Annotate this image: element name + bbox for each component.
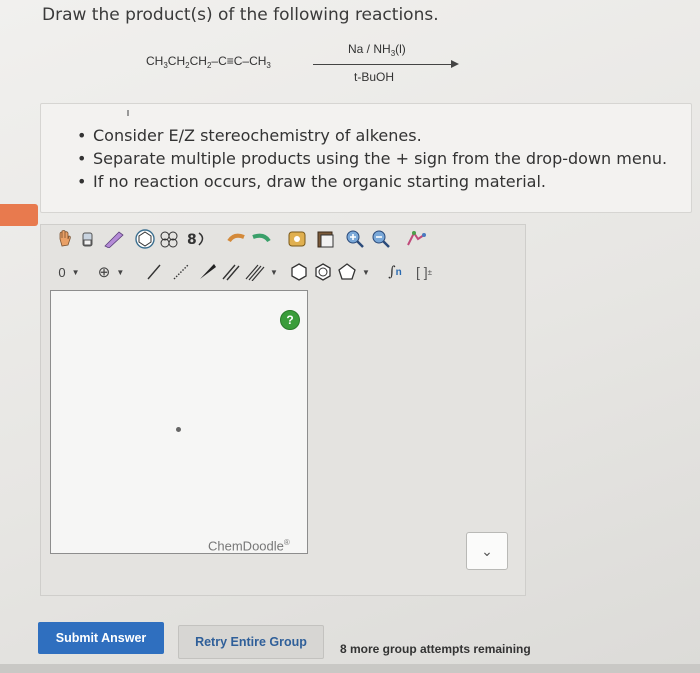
brush-icon[interactable] bbox=[102, 229, 126, 249]
chemdoodle-watermark: ChemDoodle® bbox=[208, 538, 290, 554]
instructions-box: Consider E/Z stereochemistry of alkenes.… bbox=[40, 103, 692, 213]
charge-value: 0 bbox=[58, 264, 66, 280]
reagent-top: Na / NH3(l) bbox=[348, 42, 406, 58]
instruction-item: Consider E/Z stereochemistry of alkenes. bbox=[77, 124, 667, 147]
benzene-icon[interactable] bbox=[312, 262, 334, 282]
reactant-formula: CH3CH2CH2–C≡C–CH3 bbox=[146, 54, 271, 70]
chevron-down-icon: ⌄ bbox=[481, 542, 493, 559]
hand-icon[interactable] bbox=[56, 229, 74, 249]
arrow-templates-icon[interactable]: 8 bbox=[186, 229, 208, 249]
product-select[interactable]: ⌄ bbox=[466, 532, 508, 570]
eraser-icon[interactable] bbox=[78, 229, 98, 249]
side-tab[interactable] bbox=[0, 204, 38, 226]
clean-icon[interactable] bbox=[404, 229, 428, 249]
zoom-out-icon[interactable] bbox=[370, 229, 392, 249]
single-bond-icon[interactable] bbox=[144, 262, 164, 282]
canvas-point bbox=[176, 427, 181, 432]
fused-ring-template-icon[interactable] bbox=[158, 229, 184, 249]
bracket-icon[interactable]: [ ] ± bbox=[410, 262, 438, 282]
zoom-in-icon[interactable] bbox=[344, 229, 366, 249]
drawing-canvas[interactable] bbox=[50, 290, 308, 554]
help-button[interactable]: ? bbox=[280, 310, 300, 330]
reaction-arrow bbox=[313, 64, 453, 65]
redo-icon[interactable] bbox=[250, 229, 272, 249]
sn-icon[interactable]: ∫ n bbox=[382, 262, 408, 282]
triple-bond-icon[interactable] bbox=[244, 262, 266, 282]
ring-dropdown[interactable]: ▼ bbox=[360, 262, 372, 282]
cyclopentane-icon[interactable] bbox=[336, 262, 358, 282]
chevron-down-icon: ▼ bbox=[116, 267, 125, 277]
instruction-item: Separate multiple products using the + s… bbox=[77, 147, 667, 170]
instruction-item: If no reaction occurs, draw the organic … bbox=[77, 170, 667, 193]
copy-icon[interactable] bbox=[286, 229, 310, 249]
instructions-list: Consider E/Z stereochemistry of alkenes.… bbox=[77, 124, 667, 193]
undo-icon[interactable] bbox=[226, 229, 248, 249]
reaction-arrow-head bbox=[451, 60, 459, 68]
hashed-bond-icon[interactable] bbox=[170, 262, 192, 282]
double-bond-icon[interactable] bbox=[220, 262, 242, 282]
cursor-mark bbox=[127, 110, 129, 116]
charge-dropdown[interactable]: 0 ▼ bbox=[54, 262, 84, 282]
chevron-down-icon: ▼ bbox=[71, 267, 80, 277]
question-title: Draw the product(s) of the following rea… bbox=[42, 5, 439, 25]
bond-dropdown[interactable]: ▼ bbox=[268, 262, 280, 282]
wedge-bond-icon[interactable] bbox=[196, 262, 218, 282]
svg-text:8: 8 bbox=[187, 232, 197, 248]
cyclohexane-icon[interactable] bbox=[288, 262, 310, 282]
ring-template-icon[interactable] bbox=[134, 229, 156, 249]
toolbar-top: 8 bbox=[48, 229, 458, 255]
submit-answer-button[interactable]: Submit Answer bbox=[38, 622, 164, 654]
paste-icon[interactable] bbox=[314, 229, 338, 249]
bottom-edge bbox=[0, 664, 700, 673]
retry-group-button[interactable]: Retry Entire Group bbox=[178, 625, 324, 659]
reagent-bottom: t-BuOH bbox=[354, 70, 395, 84]
attempts-remaining: 8 more group attempts remaining bbox=[340, 642, 531, 656]
toolbar-bottom: 0 ▼ ⊕ ▼ ▼ ▼ ∫ n [ ] ± bbox=[48, 262, 468, 284]
add-atom-icon[interactable]: ⊕ ▼ bbox=[94, 262, 128, 282]
